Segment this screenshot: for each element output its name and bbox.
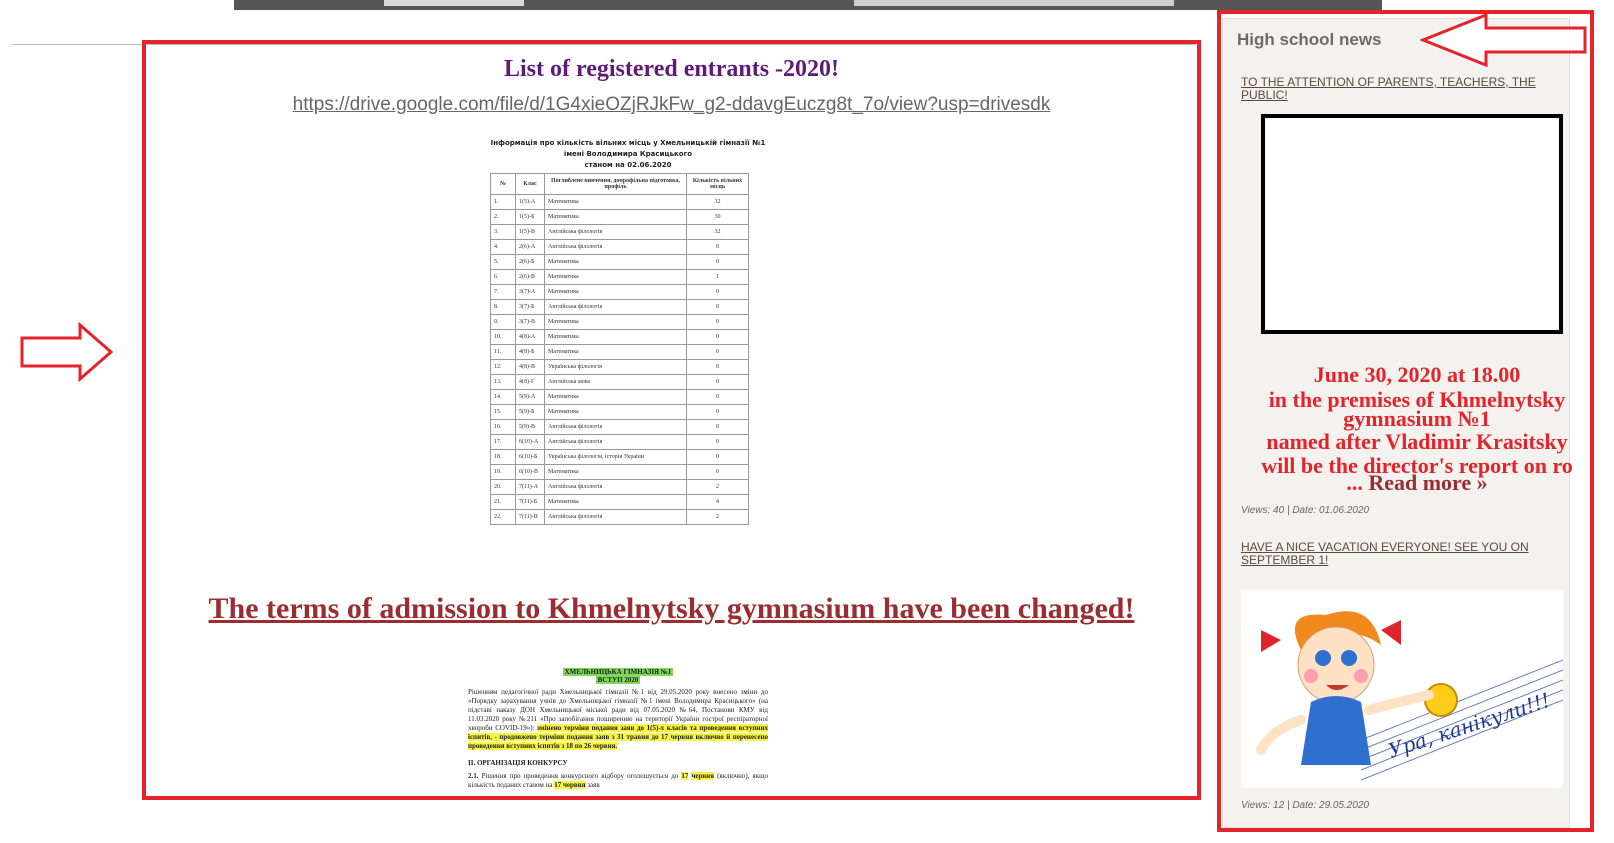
banner-strip [854, 0, 1174, 6]
banner-strip [384, 0, 524, 6]
annotation-frame-sidebar [1217, 10, 1594, 832]
annotation-frame-main [142, 40, 1201, 800]
arrow-right-annotation-icon [20, 322, 114, 382]
arrow-left-annotation-icon [1420, 12, 1587, 68]
top-banner [234, 0, 1382, 10]
